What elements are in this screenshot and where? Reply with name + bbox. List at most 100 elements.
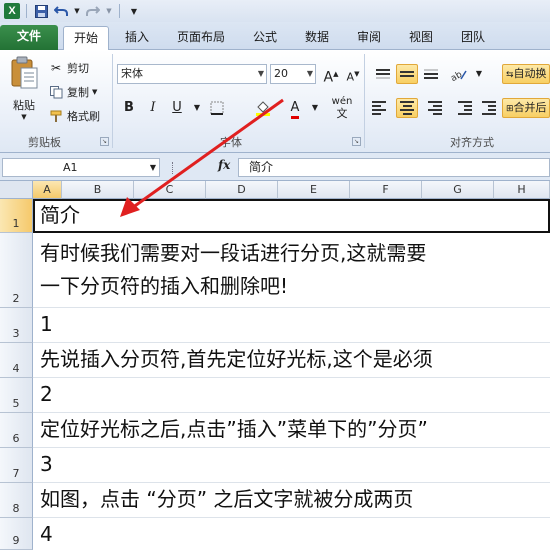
tab-review[interactable]: 审阅 — [348, 26, 390, 50]
wrap-text-label: 自动换 — [513, 67, 547, 80]
name-box[interactable]: A1 ▼ — [2, 158, 160, 177]
table-row[interactable]: 定位好光标之后,点击”插入”菜单下的”分页” — [33, 413, 550, 448]
merge-center-button[interactable]: ⊞合并后 — [502, 98, 550, 118]
merge-label: 合并后 — [513, 101, 547, 114]
copy-icon — [48, 84, 64, 100]
chevron-down-icon: ▼ — [306, 69, 313, 78]
font-group-label: 字体 — [220, 136, 242, 149]
font-family-value: 宋体 — [121, 67, 143, 80]
merge-icon: ⊞ — [506, 104, 514, 114]
row-header[interactable]: 8 — [0, 483, 33, 518]
font-size-select[interactable]: 20 ▼ — [270, 64, 316, 84]
fill-color-button[interactable] — [252, 98, 274, 118]
undo-dropdown-icon[interactable]: ▼ — [73, 3, 81, 19]
align-middle-button[interactable] — [396, 64, 418, 84]
row-header[interactable]: 5 — [0, 378, 33, 413]
qat-separator — [26, 4, 27, 18]
cell-a8-text: 如图，点击 “分页” 之后文字就被分成两页 — [40, 487, 414, 511]
column-header[interactable]: C — [134, 181, 206, 199]
cell-a3-text: 1 — [40, 312, 53, 336]
selected-cell-outline — [33, 199, 550, 233]
tab-home[interactable]: 开始 — [63, 26, 109, 50]
font-color-button[interactable]: A — [284, 98, 306, 119]
customize-qat-icon[interactable]: ▼ — [126, 3, 142, 19]
row-header[interactable]: 9 — [0, 518, 33, 550]
cut-button[interactable]: ✂ 剪切 — [48, 58, 89, 78]
cell-a4-text: 先说插入分页符,首先定位好光标,这个是必须 — [40, 347, 433, 371]
copy-button[interactable]: 复制 ▼ — [48, 82, 97, 102]
column-header[interactable]: A — [33, 181, 62, 199]
table-row[interactable]: 3 — [33, 448, 550, 483]
font-dialog-launcher[interactable]: ↘ — [352, 137, 361, 146]
orientation-button[interactable]: ab — [448, 64, 470, 84]
row-header[interactable]: 7 — [0, 448, 33, 483]
row-header[interactable]: 1 — [0, 199, 33, 233]
group-separator — [364, 54, 365, 148]
column-header[interactable]: B — [62, 181, 134, 199]
increase-indent-button[interactable] — [474, 98, 496, 118]
underline-dropdown-icon[interactable]: ▼ — [186, 98, 208, 118]
table-row[interactable]: 1 — [33, 308, 550, 343]
decrease-indent-button[interactable] — [450, 98, 472, 118]
cell-a6-text: 定位好光标之后,点击”插入”菜单下的”分页” — [40, 417, 428, 441]
cut-label: 剪切 — [67, 62, 89, 75]
align-center-button[interactable] — [396, 98, 418, 118]
row-header[interactable]: 2 — [0, 233, 33, 308]
copy-dropdown-icon: ▼ — [92, 88, 98, 96]
tab-page-layout[interactable]: 页面布局 — [170, 26, 232, 50]
format-painter-button[interactable]: 格式刷 — [48, 106, 100, 126]
borders-button[interactable] — [206, 98, 228, 118]
select-all-corner[interactable] — [0, 181, 33, 199]
column-header[interactable]: D — [206, 181, 278, 199]
align-bottom-button[interactable] — [420, 64, 442, 84]
table-row[interactable]: 先说插入分页符,首先定位好光标,这个是必须 — [33, 343, 550, 378]
formula-bar-grip[interactable] — [172, 162, 174, 174]
table-row[interactable]: 如图，点击 “分页” 之后文字就被分成两页 — [33, 483, 550, 518]
orientation-dropdown-icon[interactable]: ▼ — [468, 64, 490, 84]
row-header[interactable]: 4 — [0, 343, 33, 378]
table-row[interactable]: 4 — [33, 518, 550, 550]
shrink-font-button[interactable]: A▼ — [342, 64, 364, 84]
paste-dropdown-icon: ▼ — [21, 113, 27, 121]
brush-icon — [48, 108, 64, 124]
clipboard-dialog-launcher[interactable]: ↘ — [100, 137, 109, 146]
alignment-group-label: 对齐方式 — [450, 136, 494, 149]
chevron-down-icon: ▼ — [149, 163, 156, 172]
phonetic-button[interactable]: wén 文 — [326, 96, 358, 120]
cell-a5-text: 2 — [40, 382, 53, 406]
tab-formulas[interactable]: 公式 — [244, 26, 286, 50]
font-family-select[interactable]: 宋体 ▼ — [117, 64, 267, 84]
table-row[interactable]: 有时候我们需要对一段话进行分页,这就需要 一下分页符的插入和删除吧! — [33, 233, 550, 308]
font-color-dropdown-icon[interactable]: ▼ — [304, 98, 326, 118]
underline-button[interactable]: U — [166, 98, 188, 118]
align-left-button[interactable] — [372, 98, 394, 118]
save-icon[interactable] — [33, 3, 49, 19]
bold-button[interactable]: B — [118, 98, 140, 118]
tab-view[interactable]: 视图 — [400, 26, 442, 50]
align-right-button[interactable] — [420, 98, 442, 118]
column-header[interactable]: F — [350, 181, 422, 199]
group-separator — [112, 54, 113, 148]
redo-dropdown-icon[interactable]: ▼ — [105, 3, 113, 19]
clipboard-group-label: 剪贴板 — [28, 136, 61, 149]
wrap-text-button[interactable]: ⇆自动换 — [502, 64, 550, 84]
tab-file[interactable]: 文件 — [0, 25, 58, 50]
italic-button[interactable]: I — [142, 98, 164, 118]
column-header[interactable]: G — [422, 181, 494, 199]
tab-team[interactable]: 团队 — [452, 26, 494, 50]
grow-font-button[interactable]: A▲ — [320, 64, 342, 86]
align-top-button[interactable] — [372, 64, 394, 84]
column-header[interactable]: E — [278, 181, 350, 199]
tab-data[interactable]: 数据 — [296, 26, 338, 50]
row-header[interactable]: 3 — [0, 308, 33, 343]
formula-input[interactable]: 简介 — [238, 158, 550, 177]
column-header[interactable]: H — [494, 181, 550, 199]
insert-function-icon[interactable]: fx — [218, 158, 230, 172]
tab-insert[interactable]: 插入 — [116, 26, 158, 50]
undo-icon[interactable] — [53, 3, 69, 19]
paste-button[interactable]: 粘贴 ▼ — [6, 56, 42, 122]
table-row[interactable]: 2 — [33, 378, 550, 413]
excel-logo-icon: X — [4, 3, 20, 19]
row-header[interactable]: 6 — [0, 413, 33, 448]
redo-icon[interactable] — [85, 3, 101, 19]
